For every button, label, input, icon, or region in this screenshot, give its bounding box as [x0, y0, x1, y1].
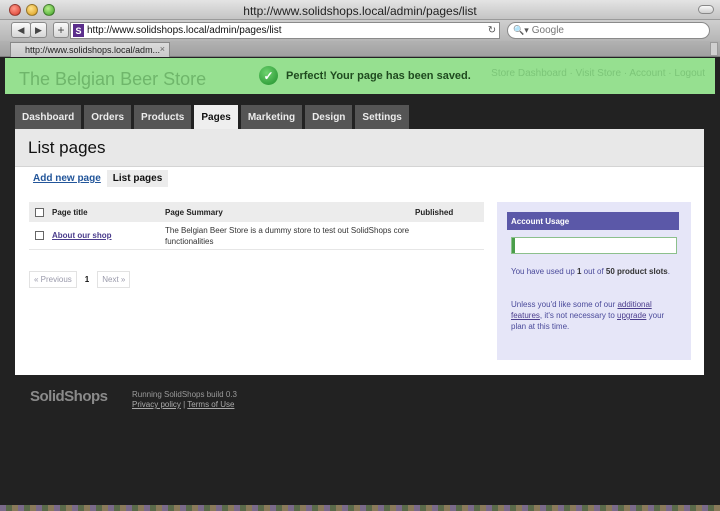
address-bar[interactable]: S http://www.solidshops.local/admin/page…: [70, 22, 500, 39]
store-name[interactable]: The Belgian Beer Store: [19, 69, 206, 90]
toolbar-toggle-button[interactable]: [698, 5, 714, 14]
add-new-page-link[interactable]: Add new page: [27, 170, 107, 187]
terms-of-use-link[interactable]: Terms of Use: [187, 400, 234, 409]
privacy-policy-link[interactable]: Privacy policy: [132, 400, 181, 409]
desktop-background-strip: [0, 505, 720, 511]
tab-products[interactable]: Products: [134, 105, 192, 129]
panel-header: [15, 129, 704, 167]
usage-meter: [511, 237, 677, 254]
reload-icon[interactable]: ↻: [485, 25, 499, 36]
tab-overflow-button[interactable]: [710, 42, 718, 56]
success-notice: The Belgian Beer Store Store Dashboard ·…: [5, 58, 715, 94]
search-field[interactable]: 🔍▾ Google: [507, 22, 710, 39]
pages-table: Page title Page Summary Published About …: [29, 202, 484, 250]
main-panel: List pages Add new page List pages Page …: [15, 129, 704, 375]
browser-tab-strip: http://www.solidshops.local/adm... ×: [0, 41, 720, 57]
usage-text-mid: out of: [581, 267, 606, 276]
footer-links: Privacy policy | Terms of Use: [132, 400, 234, 409]
build-info: Running SolidShops build 0.3: [132, 390, 237, 399]
usage-text-pre: You have used up: [511, 267, 577, 276]
account-usage-title: Account Usage: [507, 212, 679, 230]
forward-arrow-icon: ▶: [35, 24, 42, 35]
browser-tab[interactable]: http://www.solidshops.local/adm... ×: [10, 42, 170, 57]
usage-limit: 50 product slots: [605, 267, 668, 276]
usage-text-end: .: [667, 267, 670, 276]
account-usage-box: Account Usage You have used up 1 out of …: [497, 202, 691, 360]
row-checkbox[interactable]: [35, 231, 44, 240]
checkmark-icon: ✓: [259, 66, 278, 85]
page-title-link[interactable]: About our shop: [52, 231, 165, 240]
back-arrow-icon: ◀: [17, 24, 25, 35]
upsell-mid: , it's not necessary to: [539, 311, 618, 320]
tab-orders[interactable]: Orders: [84, 105, 132, 129]
search-placeholder: Google: [531, 25, 564, 36]
sub-navigation: Add new page List pages: [27, 170, 169, 187]
title-bar: http://www.solidshops.local/admin/pages/…: [0, 0, 720, 20]
tab-settings[interactable]: Settings: [355, 105, 409, 129]
table-row: About our shop The Belgian Beer Store is…: [29, 222, 484, 250]
col-header-summary: Page Summary: [165, 207, 223, 217]
upsell-text: Unless you'd like some of our additional…: [511, 299, 673, 332]
previous-page-button[interactable]: « Previous: [29, 271, 77, 288]
tab-close-icon[interactable]: ×: [160, 44, 165, 54]
tab-marketing[interactable]: Marketing: [240, 105, 303, 129]
select-all-checkbox[interactable]: [35, 207, 44, 217]
upsell-pre: Unless you'd like some of our: [511, 300, 618, 309]
col-header-published: Published: [415, 207, 454, 217]
add-bookmark-button[interactable]: +: [53, 22, 69, 38]
back-button[interactable]: ◀: [11, 22, 31, 38]
tab-dashboard[interactable]: Dashboard: [15, 105, 82, 129]
page-title: List pages: [28, 138, 106, 157]
usage-meter-fill: [512, 238, 516, 253]
forward-button[interactable]: ▶: [30, 22, 47, 38]
plus-icon: +: [57, 23, 65, 37]
window-title: http://www.solidshops.local/admin/pages/…: [243, 4, 477, 18]
tab-design[interactable]: Design: [305, 105, 353, 129]
col-header-title: Page title: [52, 207, 88, 217]
browser-toolbar: ◀ ▶ + S http://www.solidshops.local/admi…: [0, 20, 720, 41]
tab-pages[interactable]: Pages: [194, 105, 238, 129]
usage-text: You have used up 1 out of 50 product slo…: [511, 266, 673, 277]
notice-message: Perfect! Your page has been saved.: [286, 69, 471, 82]
browser-tab-label: http://www.solidshops.local/adm...: [25, 45, 161, 55]
admin-nav: Dashboard Orders Products Pages Marketin…: [15, 105, 409, 129]
list-pages-tab[interactable]: List pages: [106, 170, 169, 187]
notice-message-group: ✓ Perfect! Your page has been saved.: [259, 66, 471, 85]
search-icon: 🔍▾: [513, 25, 529, 35]
page-summary: The Belgian Beer Store is a dummy store …: [165, 225, 410, 246]
footer-separator: |: [183, 400, 186, 409]
header-links[interactable]: Store Dashboard · Visit Store · Account …: [491, 68, 705, 79]
table-header: Page title Page Summary Published: [29, 202, 484, 222]
next-page-button[interactable]: Next »: [97, 271, 131, 288]
url-text[interactable]: http://www.solidshops.local/admin/pages/…: [87, 25, 485, 36]
solidshops-logo: SolidShops: [30, 388, 108, 405]
browser-window: http://www.solidshops.local/admin/pages/…: [0, 0, 720, 511]
current-page-number: 1: [84, 275, 90, 284]
site-favicon-icon: S: [73, 24, 84, 37]
pagination: « Previous 1 Next »: [29, 271, 131, 288]
upgrade-link[interactable]: upgrade: [617, 311, 646, 320]
